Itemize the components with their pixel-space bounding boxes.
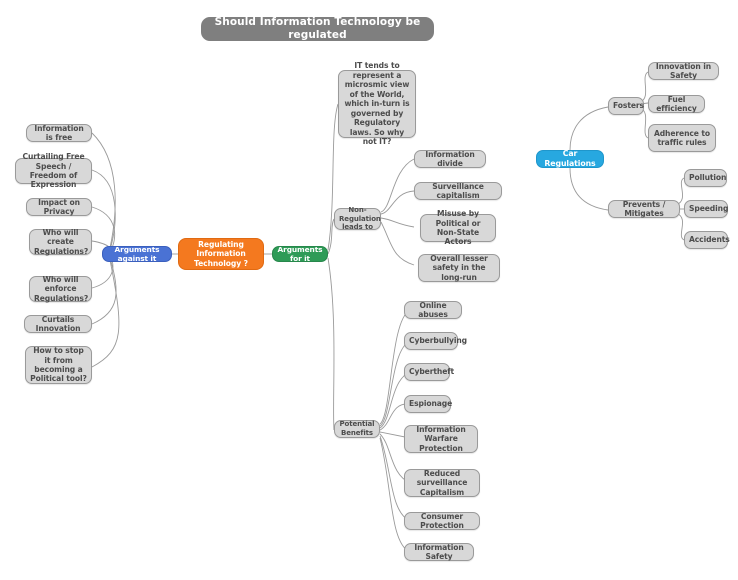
node-label: Curtails Innovation — [35, 314, 81, 333]
branch-car-regulations-label: Car Regulations — [544, 149, 596, 168]
node-pollution[interactable]: Pollution — [684, 169, 727, 187]
node-impact-on-privacy[interactable]: Impact on Privacy — [26, 198, 92, 216]
root-node-label: Regulating Information Technology ? — [194, 239, 248, 268]
branch-arguments-for-label: Arguments for it — [277, 244, 323, 263]
node-curtails-innovation[interactable]: Curtails Innovation — [24, 315, 92, 333]
branch-arguments-against-label: Arguments against it — [114, 244, 160, 263]
node-label: Surveillance capitalism — [432, 181, 484, 200]
node-espionage[interactable]: Espionage — [404, 395, 453, 413]
root-node[interactable]: Regulating Information Technology ? — [178, 238, 264, 270]
node-non-regulation-leads-to[interactable]: Non-Regulation leads to — [334, 205, 381, 232]
node-label: Cybertheft — [409, 367, 454, 377]
node-label: Consumer Protection — [420, 511, 464, 530]
node-reduced-surveillance-capitalism[interactable]: Reduced surveillance Capitalism — [404, 469, 480, 497]
node-fosters[interactable]: Fosters — [608, 97, 644, 115]
node-label: How to stop it from becoming a Political… — [30, 346, 87, 384]
node-innovation-in-safety[interactable]: Innovation in Safety — [648, 62, 719, 80]
node-label: Reduced surveillance Capitalism — [416, 468, 468, 497]
node-label: IT tends to represent a microsmic view o… — [344, 61, 410, 147]
node-microsmic-view[interactable]: IT tends to represent a microsmic view o… — [338, 61, 416, 146]
node-label: Misuse by Political or Non-State Actors — [435, 209, 481, 247]
node-consumer-protection[interactable]: Consumer Protection — [404, 512, 480, 530]
node-label: Espionage — [409, 399, 453, 409]
node-speeding[interactable]: Speeding — [684, 200, 728, 218]
node-information-safety[interactable]: Information Safety — [404, 543, 474, 561]
node-label: Fuel efficiency — [656, 94, 697, 113]
node-surveillance-capitalism[interactable]: Surveillance capitalism — [414, 182, 502, 200]
node-label: Adherence to traffic rules — [653, 128, 711, 147]
node-curtailing-free-speech[interactable]: Curtailing Free Speech / Freedom of Expr… — [15, 152, 92, 189]
node-label: Non-Regulation leads to — [339, 205, 381, 232]
node-online-abuses[interactable]: Online abuses — [404, 301, 462, 319]
node-label: Prevents / Mitigates — [622, 199, 666, 218]
node-label: Who will create Regulations? — [34, 227, 89, 256]
node-label: Accidents — [689, 235, 730, 245]
node-label: Online abuses — [418, 300, 448, 319]
node-who-will-create-regulations[interactable]: Who will create Regulations? — [29, 227, 92, 256]
node-political-tool[interactable]: How to stop it from becoming a Political… — [25, 346, 92, 384]
node-label: Overall lesser safety in the long-run — [430, 253, 488, 282]
node-accidents[interactable]: Accidents — [684, 231, 730, 249]
branch-arguments-against[interactable]: Arguments against it — [102, 244, 172, 263]
node-label: Innovation in Safety — [655, 61, 712, 80]
node-label: Impact on Privacy — [38, 197, 80, 216]
node-label: Curtailing Free Speech / Freedom of Expr… — [22, 152, 85, 190]
node-cyberbullying[interactable]: Cyberbullying — [404, 332, 467, 350]
node-label: Pollution — [689, 173, 727, 183]
node-label: Cyberbullying — [409, 336, 467, 346]
mindmap-canvas: Should Information Technology be regulat… — [0, 0, 738, 580]
node-cybertheft[interactable]: Cybertheft — [404, 363, 454, 381]
node-fuel-efficiency[interactable]: Fuel efficiency — [648, 95, 705, 113]
node-information-warfare-protection[interactable]: Information Warfare Protection — [404, 425, 478, 453]
node-potential-benefits[interactable]: Potential Benefits — [334, 420, 380, 438]
node-adherence-to-traffic-rules[interactable]: Adherence to traffic rules — [648, 124, 716, 152]
node-label: Fosters — [613, 101, 644, 111]
node-information-is-free[interactable]: Information is free — [26, 124, 92, 142]
branch-car-regulations[interactable]: Car Regulations — [536, 149, 604, 168]
node-information-divide[interactable]: Information divide — [414, 150, 486, 168]
node-label: Who will enforce Regulations? — [34, 274, 89, 303]
node-label: Information Warfare Protection — [416, 424, 466, 453]
node-prevents-mitigates[interactable]: Prevents / Mitigates — [608, 200, 680, 218]
mindmap-title-label: Should Information Technology be regulat… — [214, 15, 421, 41]
branch-arguments-for[interactable]: Arguments for it — [272, 244, 328, 263]
node-misuse-political-actors[interactable]: Misuse by Political or Non-State Actors — [420, 209, 496, 246]
node-label: Information is free — [34, 123, 84, 142]
node-label: Speeding — [689, 204, 729, 214]
node-overall-lesser-safety[interactable]: Overall lesser safety in the long-run — [418, 254, 500, 282]
node-who-will-enforce-regulations[interactable]: Who will enforce Regulations? — [29, 274, 92, 303]
node-label: Information divide — [425, 149, 475, 168]
mindmap-title: Should Information Technology be regulat… — [201, 15, 434, 41]
node-label: Information Safety — [414, 542, 464, 561]
node-label: Potential Benefits — [339, 420, 375, 437]
